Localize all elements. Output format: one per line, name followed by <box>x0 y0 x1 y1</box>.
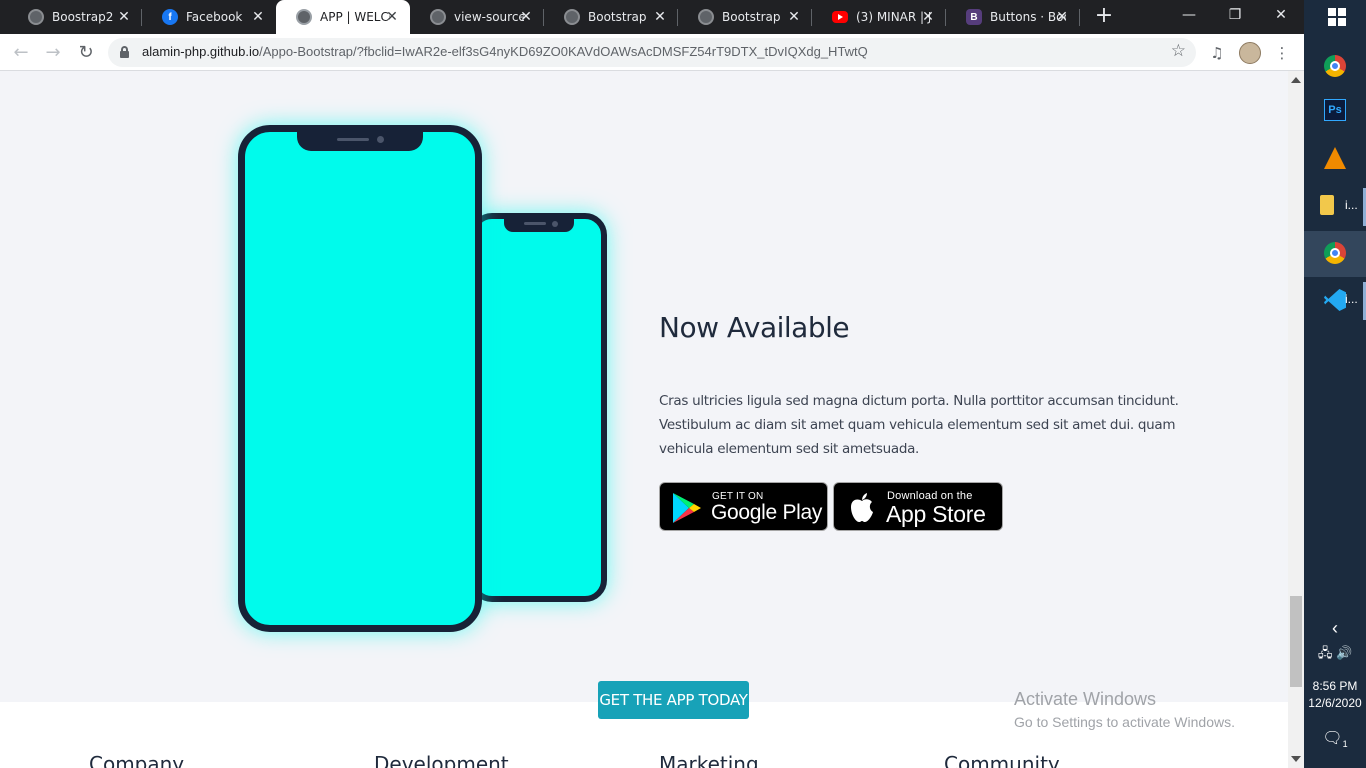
notification-count: 1 <box>1342 739 1348 750</box>
google-play-big-text: Google Play <box>711 501 823 524</box>
tab-youtube-minar[interactable]: (3) MINAR | J ✕ <box>812 0 946 34</box>
get-the-app-button[interactable]: GET THE APP TODAY <box>598 681 749 719</box>
tab-app-welcome[interactable]: APP | WELCOME ✕ <box>276 0 410 34</box>
phone-notch <box>297 131 423 151</box>
vlc-icon <box>1324 147 1346 169</box>
network-volume-icons[interactable]: 🖧 🔊 <box>1304 644 1366 666</box>
close-window-button[interactable]: ✕ <box>1258 0 1304 32</box>
app-store-big-text: App Store <box>886 501 986 527</box>
address-bar[interactable]: alamin-php.github.io/Appo-Bootstrap/?fbc… <box>108 38 1196 67</box>
new-tab-button[interactable]: + <box>1092 4 1116 30</box>
phone-speaker <box>523 222 546 225</box>
footer-heading-development: Development <box>374 752 509 768</box>
close-tab-icon[interactable]: ✕ <box>786 9 802 25</box>
globe-icon <box>296 9 312 25</box>
menu-dots-icon[interactable]: ⋮ <box>1271 42 1293 64</box>
tab-bootstrap-2[interactable]: Bootstrap ✕ <box>678 0 812 34</box>
footer-heading-community: Community <box>944 752 1060 768</box>
tab-title: APP | WELCOME <box>320 10 390 24</box>
folder-icon <box>1320 195 1334 215</box>
facebook-icon: f <box>162 9 178 25</box>
taskbar-chrome[interactable] <box>1304 44 1366 90</box>
tab-facebook[interactable]: f Facebook ✕ <box>142 0 276 34</box>
url-path: /Appo-Bootstrap/?fbclid=IwAR2e-elf3sG4ny… <box>259 44 868 59</box>
taskbar-chrome-active[interactable] <box>1304 231 1366 277</box>
close-tab-icon[interactable]: ✕ <box>116 9 132 25</box>
tab-bootstrap[interactable]: Bootstrap ✕ <box>544 0 678 34</box>
reload-icon[interactable]: ↻ <box>73 40 99 66</box>
footer-heading-company: Company <box>89 752 185 768</box>
chrome-icon <box>1324 242 1346 264</box>
restore-button[interactable]: ❐ <box>1212 0 1258 32</box>
tab-title: (3) MINAR | J <box>856 10 930 24</box>
chrome-icon <box>1324 55 1346 77</box>
windows-taskbar: Ps i... i... ‹ 🖧 🔊 8:56 PM 12/6/2020 🗨1 <box>1304 0 1366 768</box>
tab-separator <box>1079 9 1080 26</box>
globe-icon <box>564 9 580 25</box>
globe-icon <box>698 9 714 25</box>
taskbar-vlc[interactable] <box>1304 136 1366 182</box>
google-play-icon <box>673 493 701 523</box>
footer-heading-marketing: Marketing <box>659 752 759 768</box>
browser-toolbar: ← → ↻ alamin-php.github.io/Appo-Bootstra… <box>0 34 1304 71</box>
taskbar-file-explorer[interactable]: i... <box>1304 184 1366 230</box>
google-play-button[interactable]: GET IT ON Google Play <box>659 482 828 531</box>
phone-speaker <box>337 138 369 141</box>
back-arrow-icon[interactable]: ← <box>8 40 34 66</box>
notification-center-icon[interactable]: 🗨1 <box>1304 728 1366 749</box>
tab-bootstrap-buttons[interactable]: B Buttons · Boo ✕ <box>946 0 1080 34</box>
url-host: alamin-php.github.io <box>142 44 260 59</box>
close-tab-icon[interactable]: ✕ <box>920 9 936 25</box>
activate-windows-title: Activate Windows <box>1014 689 1157 709</box>
close-tab-icon[interactable]: ✕ <box>1054 9 1070 25</box>
scroll-down-arrow-icon[interactable] <box>1291 756 1301 762</box>
minimize-button[interactable]: — <box>1166 0 1212 32</box>
taskbar-label: i... <box>1345 198 1358 212</box>
youtube-icon <box>832 11 848 23</box>
apple-icon <box>851 493 873 522</box>
show-hidden-icons-chevron-icon[interactable]: ‹ <box>1304 618 1366 639</box>
forward-arrow-icon[interactable]: → <box>40 40 66 66</box>
scroll-up-arrow-icon[interactable] <box>1291 77 1301 83</box>
taskbar-label: i... <box>1345 292 1358 306</box>
profile-avatar-icon[interactable] <box>1239 42 1261 64</box>
bookmark-star-icon[interactable]: ☆ <box>1171 41 1186 61</box>
start-button[interactable] <box>1304 0 1366 38</box>
photoshop-icon: Ps <box>1324 99 1346 121</box>
phone-mockup-small <box>470 213 607 602</box>
globe-icon <box>430 9 446 25</box>
activate-windows-subtitle: Go to Settings to activate Windows. <box>1014 714 1235 730</box>
clock-date[interactable]: 12/6/2020 <box>1304 696 1366 710</box>
windows-logo-icon <box>1328 8 1346 26</box>
globe-icon <box>28 9 44 25</box>
tab-boostrap2[interactable]: Boostrap2 ✕ <box>8 0 142 34</box>
lock-icon[interactable] <box>120 46 129 58</box>
phone-camera <box>377 136 384 143</box>
vscode-icon <box>1324 289 1346 311</box>
tab-strip: Boostrap2 ✕ f Facebook ✕ APP | WELCOME ✕… <box>0 0 1304 34</box>
clock-time[interactable]: 8:56 PM <box>1304 679 1366 693</box>
phone-notch <box>503 218 574 232</box>
url-text[interactable]: alamin-php.github.io/Appo-Bootstrap/?fbc… <box>142 44 868 59</box>
tab-view-source[interactable]: view-source: ✕ <box>410 0 544 34</box>
close-tab-icon[interactable]: ✕ <box>250 9 266 25</box>
close-tab-icon[interactable]: ✕ <box>518 9 534 25</box>
media-control-icon[interactable]: ♫ <box>1206 42 1228 64</box>
app-store-button[interactable]: Download on the App Store <box>833 482 1003 531</box>
close-tab-icon[interactable]: ✕ <box>384 9 400 25</box>
page-viewport: Now Available Cras ultricies ligula sed … <box>0 71 1288 768</box>
taskbar-photoshop[interactable]: Ps <box>1304 88 1366 134</box>
section-headline: Now Available <box>659 311 850 344</box>
bootstrap-icon: B <box>966 9 982 25</box>
page-scrollbar[interactable] <box>1288 71 1304 768</box>
tab-title: view-source: <box>454 10 524 24</box>
close-tab-icon[interactable]: ✕ <box>652 9 668 25</box>
scroll-thumb[interactable] <box>1290 596 1302 687</box>
section-paragraph: Cras ultricies ligula sed magna dictum p… <box>659 393 1179 457</box>
taskbar-vscode[interactable]: i... <box>1304 278 1366 324</box>
phone-camera <box>551 221 558 227</box>
phone-mockup-large <box>238 125 482 632</box>
